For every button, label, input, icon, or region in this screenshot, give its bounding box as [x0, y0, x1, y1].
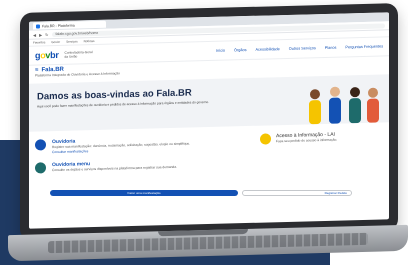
nav-item[interactable]: Planos — [325, 46, 337, 50]
card-second[interactable]: Ouvidoria menu Consulte os órgãos e serv… — [35, 157, 250, 174]
primary-button[interactable]: Fazer uma manifestação — [50, 190, 238, 196]
tab-title: Fala.BR - Plataforma — [42, 23, 75, 28]
base-notch — [158, 228, 248, 237]
org-name: Controladoria-Geral da União — [64, 50, 93, 59]
nav-item[interactable]: Início — [216, 49, 225, 53]
hero-banner: Damos as boas-vindas ao Fala.BR Aqui voc… — [29, 74, 389, 132]
nav-item[interactable]: Órgãos — [234, 48, 246, 52]
back-icon[interactable]: ◀ — [33, 32, 36, 37]
people-illustration-icon — [309, 86, 379, 125]
forward-icon[interactable]: ▶ — [39, 32, 42, 37]
secondary-button[interactable]: Registrar Pedido — [242, 190, 352, 196]
favicon-icon — [36, 23, 40, 29]
ouvidoria-icon — [35, 139, 46, 151]
cards-left: Ouvidoria Registre sua manifestação: den… — [35, 134, 250, 182]
bookmark-item[interactable]: Notícias — [84, 39, 95, 43]
bookmark-item[interactable]: Serviços — [66, 39, 78, 43]
nav-item[interactable]: Outros Serviços — [289, 46, 316, 51]
laptop-screen: Fala.BR - Plataforma ◀ ▶ ↻ falabr.cgu.go… — [29, 12, 389, 229]
nav-item[interactable]: Acessibilidade — [256, 47, 280, 52]
cards-section: Ouvidoria Registre sua manifestação: den… — [29, 122, 389, 189]
bookmark-item[interactable]: Gov.br — [51, 40, 60, 44]
govbr-logo[interactable]: govbr — [35, 50, 59, 61]
bookmark-item[interactable]: Favoritos — [33, 40, 45, 44]
second-card-icon — [35, 162, 46, 174]
reload-icon[interactable]: ↻ — [45, 32, 48, 37]
card-acesso[interactable]: Acesso à Informação - LAI Faça seu pedid… — [260, 130, 383, 175]
nav-item[interactable]: Perguntas Frequentes — [345, 44, 383, 49]
laptop-lid: Fala.BR - Plataforma ◀ ▶ ↻ falabr.cgu.go… — [20, 3, 398, 241]
acesso-icon — [260, 133, 271, 145]
keyboard — [48, 232, 368, 254]
card-ouvidoria[interactable]: Ouvidoria Registre sua manifestação: den… — [35, 134, 250, 155]
top-nav: Início Órgãos Acessibilidade Outros Serv… — [216, 44, 383, 52]
card-text: Faça seu pedido de acesso à informação. — [276, 137, 338, 144]
